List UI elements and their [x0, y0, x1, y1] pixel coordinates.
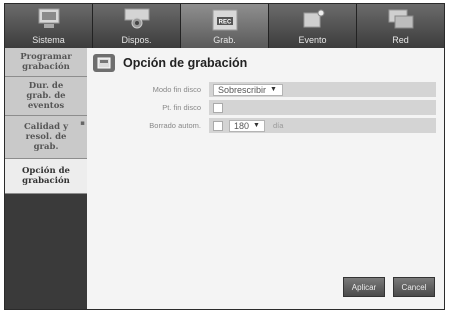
- tab-evento[interactable]: Evento: [269, 4, 357, 48]
- sidebar-item-dur-grab-eventos[interactable]: Dur. de grab. de eventos: [5, 77, 87, 116]
- tab-label: Grab.: [213, 35, 236, 45]
- sidebar-item-label: Opción de grabación: [22, 166, 70, 186]
- tab-dispos[interactable]: Dispos.: [93, 4, 181, 48]
- disk-end-mode-field: Sobrescribir ▼: [209, 82, 436, 97]
- row-auto-delete: Borrado autom. 180 ▼ día: [93, 118, 436, 133]
- disk-end-beep-checkbox[interactable]: [213, 102, 223, 113]
- tab-label: Sistema: [32, 35, 65, 45]
- select-value: Sobrescribir: [218, 84, 267, 95]
- rec-icon: REC: [212, 9, 237, 31]
- camera-icon: [124, 8, 149, 29]
- auto-delete-unit: día: [273, 121, 284, 130]
- tab-grab[interactable]: REC Grab.: [181, 4, 269, 48]
- disk-end-mode-select[interactable]: Sobrescribir ▼: [213, 83, 283, 96]
- submenu-marker-icon: ▪: [80, 118, 85, 127]
- sidebar-item-label: Programar grabación: [20, 52, 72, 72]
- tab-red[interactable]: Red: [357, 4, 444, 48]
- top-menu-tabs: Sistema Dispos. REC Grab. Evento Red: [5, 4, 444, 48]
- apply-button[interactable]: Aplicar: [343, 277, 385, 297]
- tab-label: Evento: [298, 35, 327, 45]
- dvr-window: Sistema Dispos. REC Grab. Evento Red Pro…: [4, 3, 445, 310]
- row-disk-end-beep: Pt. fin disco: [93, 100, 436, 115]
- dropdown-arrow-icon: ▼: [253, 122, 260, 129]
- sidebar: Programar grabación Dur. de grab. de eve…: [5, 48, 87, 309]
- monitor-icon: [38, 8, 59, 28]
- sidebar-item-opcion-grabacion[interactable]: Opción de grabación: [5, 159, 87, 194]
- disk-end-beep-label: Pt. fin disco: [162, 103, 201, 112]
- tab-label: Dispos.: [121, 35, 152, 45]
- tab-sistema[interactable]: Sistema: [5, 4, 93, 48]
- alarm-icon: [303, 9, 324, 28]
- page-title: Opción de grabación: [123, 56, 248, 70]
- main-panel: Opción de grabación Modo fin disco Sobre…: [87, 48, 444, 309]
- sidebar-item-label: Dur. de grab. de eventos: [26, 81, 66, 111]
- sidebar-item-calidad-resol[interactable]: Calidad y resol. de grab. ▪: [5, 116, 87, 159]
- sidebar-item-programar-grabacion[interactable]: Programar grabación: [5, 48, 87, 77]
- cancel-button[interactable]: Cancel: [393, 277, 435, 297]
- row-disk-end-mode: Modo fin disco Sobrescribir ▼: [93, 82, 436, 97]
- dropdown-arrow-icon: ▼: [270, 86, 277, 93]
- select-value: 180: [234, 120, 250, 131]
- disk-end-mode-label: Modo fin disco: [152, 85, 201, 94]
- auto-delete-days-select[interactable]: 180 ▼: [229, 119, 265, 132]
- disk-options-icon: [93, 54, 115, 72]
- disk-end-beep-field: [209, 100, 436, 115]
- svg-text:REC: REC: [218, 20, 231, 26]
- page-header: Opción de grabación: [93, 54, 247, 72]
- auto-delete-label: Borrado autom.: [149, 121, 201, 130]
- sidebar-item-label: Calidad y resol. de grab.: [23, 122, 69, 152]
- auto-delete-field: 180 ▼ día: [209, 118, 436, 133]
- auto-delete-checkbox[interactable]: [213, 120, 223, 131]
- network-icon: [388, 9, 413, 29]
- tab-label: Red: [392, 35, 409, 45]
